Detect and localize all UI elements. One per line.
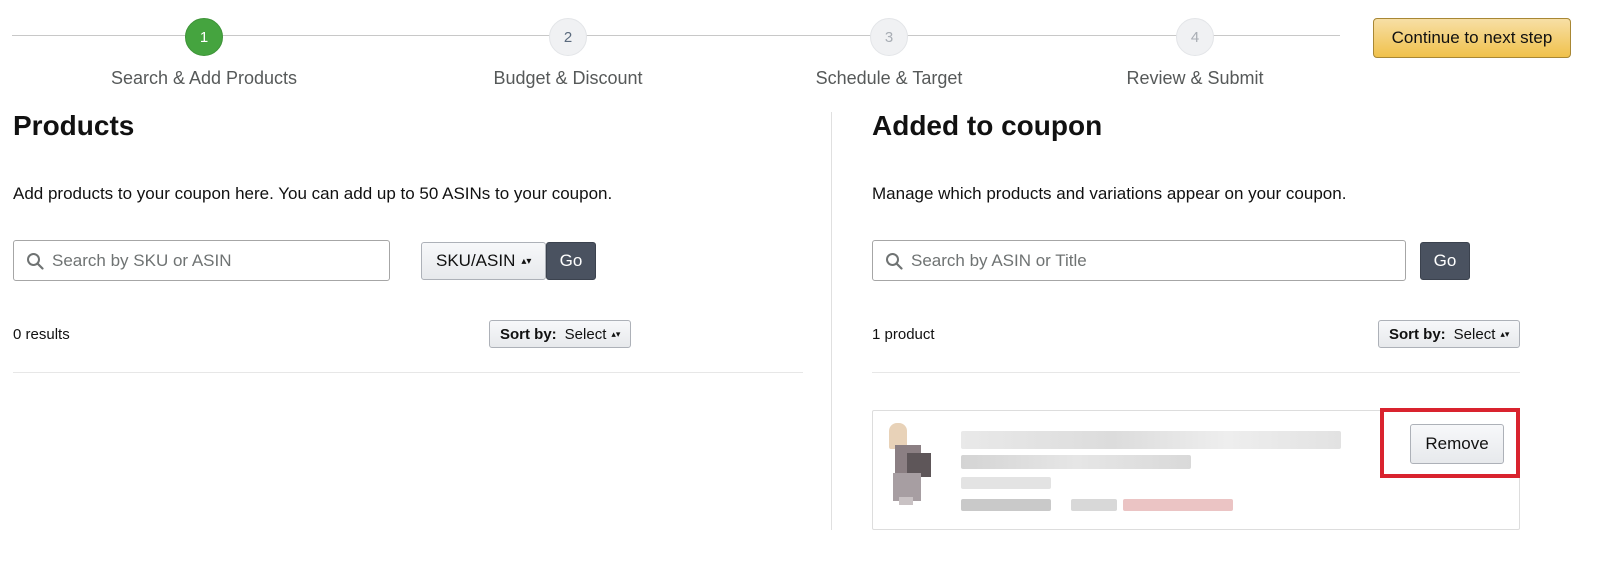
products-search-input[interactable] — [52, 241, 381, 280]
products-panel: Products Add products to your coupon her… — [13, 110, 803, 350]
progress-stepper: 1 Search & Add Products 2 Budget & Disco… — [0, 0, 1340, 90]
panel-divider — [831, 112, 832, 530]
coupon-description: Manage which products and variations app… — [872, 184, 1347, 203]
sort-value: Select — [1453, 326, 1496, 343]
select-arrows-icon: ▴▾ — [611, 329, 621, 339]
search-icon — [27, 253, 44, 270]
coupon-results-row: 1 product Sort by: Select ▴▾ — [872, 320, 1528, 350]
coupon-title: Added to coupon — [872, 110, 1103, 141]
step-budget-discount[interactable]: 2 Budget & Discount — [438, 18, 698, 89]
select-arrows-icon: ▴▾ — [1500, 329, 1510, 339]
product-asin-redacted — [961, 477, 1051, 489]
step-label: Budget & Discount — [493, 68, 643, 88]
step-number-2: 2 — [549, 18, 587, 56]
coupon-results-divider — [872, 372, 1520, 373]
sort-label: Sort by: — [1389, 326, 1446, 343]
products-go-button[interactable]: Go — [546, 242, 596, 280]
step-schedule-target[interactable]: 3 Schedule & Target — [759, 18, 1019, 89]
product-subtitle-redacted — [961, 455, 1191, 469]
product-thumbnail — [885, 423, 937, 505]
products-search-box[interactable] — [13, 240, 390, 281]
step-label: Schedule & Target — [815, 68, 963, 88]
select-arrows-icon: ▴▾ — [521, 256, 532, 267]
search-type-select[interactable]: SKU/ASIN ▴▾ — [421, 242, 547, 280]
step-number-4: 4 — [1176, 18, 1214, 56]
step-label: Review & Submit — [1126, 68, 1264, 88]
products-title: Products — [13, 110, 135, 141]
step-review-submit[interactable]: 4 Review & Submit — [1065, 18, 1325, 89]
products-search-row: SKU/ASIN ▴▾ Go — [13, 240, 803, 282]
coupon-panel: Added to coupon Manage which products an… — [872, 110, 1528, 350]
product-count: 1 product — [872, 326, 935, 343]
product-stock-redacted — [961, 499, 1051, 511]
product-price-label-redacted — [1071, 499, 1117, 511]
coupon-sort-select[interactable]: Sort by: Select ▴▾ — [1378, 320, 1521, 348]
products-results-divider — [13, 372, 803, 373]
products-sort-select[interactable]: Sort by: Select ▴▾ — [489, 320, 632, 348]
results-count: 0 results — [13, 326, 70, 343]
search-type-value: SKU/ASIN — [436, 251, 516, 270]
coupon-search-box[interactable] — [872, 240, 1406, 281]
step-number-1: 1 — [185, 18, 223, 56]
step-search-add-products[interactable]: 1 Search & Add Products — [74, 18, 334, 89]
search-icon — [886, 253, 903, 270]
coupon-search-input[interactable] — [911, 241, 1397, 280]
products-description: Add products to your coupon here. You ca… — [13, 184, 613, 203]
sort-value: Select — [564, 326, 607, 343]
products-results-row: 0 results Sort by: Select ▴▾ — [13, 320, 803, 350]
step-label: Search & Add Products — [110, 68, 298, 88]
remove-button[interactable]: Remove — [1410, 424, 1504, 464]
continue-next-step-button[interactable]: Continue to next step — [1373, 18, 1571, 58]
coupon-search-row: Go — [872, 240, 1528, 282]
product-price-redacted — [1123, 499, 1233, 511]
coupon-go-button[interactable]: Go — [1420, 242, 1470, 280]
product-title-redacted — [961, 431, 1341, 449]
sort-label: Sort by: — [500, 326, 557, 343]
step-number-3: 3 — [870, 18, 908, 56]
